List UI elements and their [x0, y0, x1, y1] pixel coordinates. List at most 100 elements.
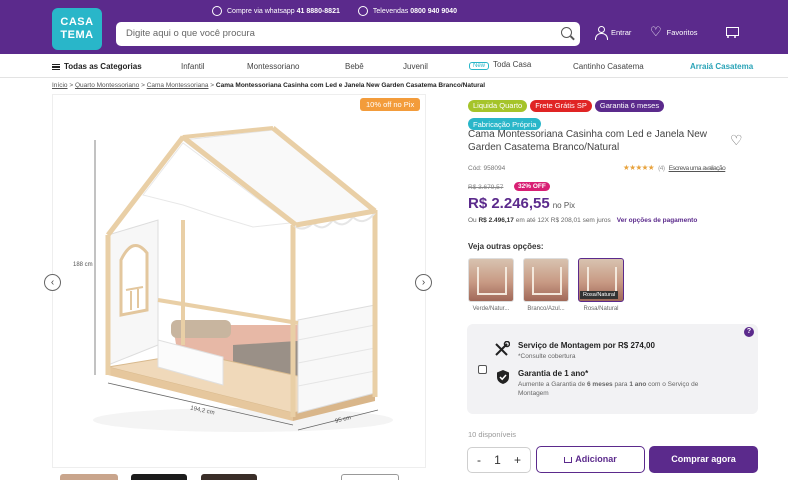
qty-value[interactable]: 1 [494, 453, 501, 467]
variants-label: Veja outras opções: [468, 242, 544, 251]
phone-contact[interactable]: Televendas 0800 940 9040 [357, 6, 457, 16]
product-title: Cama Montessoriana Casinha com Led e Jan… [468, 129, 708, 153]
logo[interactable]: CASA TEMA [52, 8, 102, 50]
warranty-text: Aumente a Garantia de [518, 381, 588, 388]
breadcrumb-link[interactable]: Cama Montessoriana [147, 82, 209, 89]
dimension-height: 188 cm [73, 262, 93, 268]
installments-detail: em até 12X R$ 208,01 sem juros [515, 217, 611, 224]
breadcrumb-current: Cama Montessoriana Casinha com Led e Jan… [215, 82, 486, 89]
write-review-link[interactable]: Escreva uma avaliação [669, 165, 726, 172]
variant-label: Branco/Azul... [527, 306, 565, 312]
installments-total: R$ 2.496,17 [478, 217, 514, 224]
nav-item-juvenil[interactable]: Juvenil [403, 62, 428, 71]
shield-icon [497, 370, 509, 384]
nav-item-arraia[interactable]: Arraiá Casatema [690, 62, 753, 71]
contact-bar: Compre via whatsapp 41 8880-8821 Televen… [212, 6, 457, 16]
breadcrumb-separator: > [141, 82, 145, 89]
whatsapp-label: Compre via whatsapp [227, 7, 295, 15]
warranty-text-bold: 1 ano [629, 381, 647, 388]
rating-count: (4) [658, 165, 665, 172]
tools-icon [495, 341, 510, 356]
breadcrumb-separator: > [69, 82, 74, 89]
add-label: Adicionar [575, 454, 617, 464]
payment-options-link[interactable]: Ver opções de pagamento [617, 217, 698, 224]
favorite-heart-icon[interactable]: ♡ [730, 132, 743, 149]
logo-line2: TEMA [60, 29, 94, 41]
logo-line1: CASA [60, 16, 94, 28]
add-to-cart-button[interactable]: Adicionar [536, 446, 645, 473]
breadcrumb-link[interactable]: Quarto Montessoriano [75, 82, 139, 89]
nav-item-montessoriano[interactable]: Montessoriano [247, 62, 299, 71]
search-placeholder: Digite aqui o que você procura [126, 28, 255, 39]
installments: Ou R$ 2.496,17 em até 12X R$ 208,01 sem … [468, 217, 697, 224]
heart-icon: ♡ [650, 24, 662, 39]
rating: ★★★★★ (4) Escreva uma avaliação [623, 163, 726, 172]
favorites-button[interactable]: ♡ Favoritos [650, 24, 698, 39]
favorites-label: Favoritos [666, 27, 698, 37]
star-icons: ★★★★★ [623, 163, 655, 172]
phone-number: 0800 940 9040 [410, 7, 457, 15]
quantity-stepper: - 1 + [467, 447, 531, 473]
qty-decrease-button[interactable]: - [477, 453, 481, 467]
product-code: Cód: 958094 [468, 165, 506, 172]
all-categories-label: Todas as Categorias [64, 62, 142, 71]
category-nav: Todas as Categorias Infantil Montessoria… [0, 54, 788, 78]
nav-item-toda-casa[interactable]: New Toda Casa [469, 60, 531, 70]
nav-item-cantinho[interactable]: Cantinho Casatema [573, 62, 644, 71]
whatsapp-icon [212, 6, 222, 16]
variant-label: Verde/Natur... [472, 306, 510, 312]
discount-badge: 32% OFF [514, 182, 550, 191]
assembly-subtitle: *Consulte cobertura [518, 353, 576, 360]
gallery-thumbnail[interactable] [60, 474, 118, 480]
price-value: R$ 2.246,55 [468, 195, 550, 212]
login-label: Entrar [611, 28, 632, 37]
cart-icon [564, 456, 573, 463]
help-icon[interactable]: ? [744, 327, 754, 337]
service-checkbox[interactable] [478, 365, 487, 374]
phone-icon [357, 6, 368, 16]
search-input[interactable]: Digite aqui o que você procura [116, 22, 580, 46]
buy-now-button[interactable]: Comprar agora [649, 446, 758, 473]
variant-tooltip: Rosa/Natural [580, 291, 619, 299]
assembly-title: Serviço de Montagem por R$ 274,00 [518, 341, 655, 350]
badge-garantia: Garantia 6 meses [594, 99, 665, 112]
price: R$ 2.246,55 no Pix [468, 195, 575, 212]
stock-count: 10 disponíveis [468, 430, 516, 439]
nav-item-bebe[interactable]: Bebê [345, 62, 364, 71]
warranty-text-bold: 6 meses [587, 381, 613, 388]
nav-item-infantil[interactable]: Infantil [181, 62, 205, 71]
whatsapp-contact[interactable]: Compre via whatsapp 41 8880-8821 [212, 6, 340, 16]
top-header: CASA TEMA Compre via whatsapp 41 8880-88… [0, 0, 788, 54]
variant-option[interactable] [468, 258, 514, 302]
price-suffix: no Pix [552, 201, 575, 210]
warranty-text: Montagem [518, 390, 549, 397]
warranty-subtitle: Aumente a Garantia de 6 meses para 1 ano… [518, 380, 738, 398]
installments-prefix: Ou [468, 217, 477, 224]
badge-liquida: Liquida Quarto [468, 99, 528, 112]
product-badges: Liquida Quarto Frete Grátis SP Garantia 6 … [468, 95, 768, 132]
warranty-text: para [612, 381, 630, 388]
pix-discount-tag: 10% off no Pix [360, 98, 421, 111]
user-icon [595, 26, 608, 40]
search-icon[interactable] [561, 27, 572, 38]
variant-option[interactable] [523, 258, 569, 302]
warranty-title: Garantia de 1 ano* [518, 369, 589, 378]
cart-icon[interactable] [723, 25, 739, 39]
gallery-prev-button[interactable]: ‹ [44, 274, 61, 291]
gallery-thumbnail[interactable] [341, 474, 399, 480]
badge-frete: Frete Grátis SP [530, 99, 592, 112]
qty-increase-button[interactable]: + [514, 453, 521, 467]
product-gallery: 188 cm 194,2 cm 95 cm [52, 94, 426, 468]
old-price: R$ 3.679,57 [468, 184, 504, 191]
gallery-thumbnail[interactable] [131, 474, 187, 480]
product-image [93, 126, 393, 432]
breadcrumb-link[interactable]: Início [52, 82, 68, 89]
all-categories-menu[interactable]: Todas as Categorias [52, 62, 142, 71]
gallery-thumbnail[interactable] [201, 474, 257, 480]
login-button[interactable]: Entrar [595, 26, 632, 40]
new-badge: New [469, 62, 490, 70]
menu-icon [52, 63, 60, 70]
toda-casa-label: Toda Casa [493, 60, 532, 69]
breadcrumb-separator: > [210, 82, 215, 89]
gallery-next-button[interactable]: › [415, 274, 432, 291]
